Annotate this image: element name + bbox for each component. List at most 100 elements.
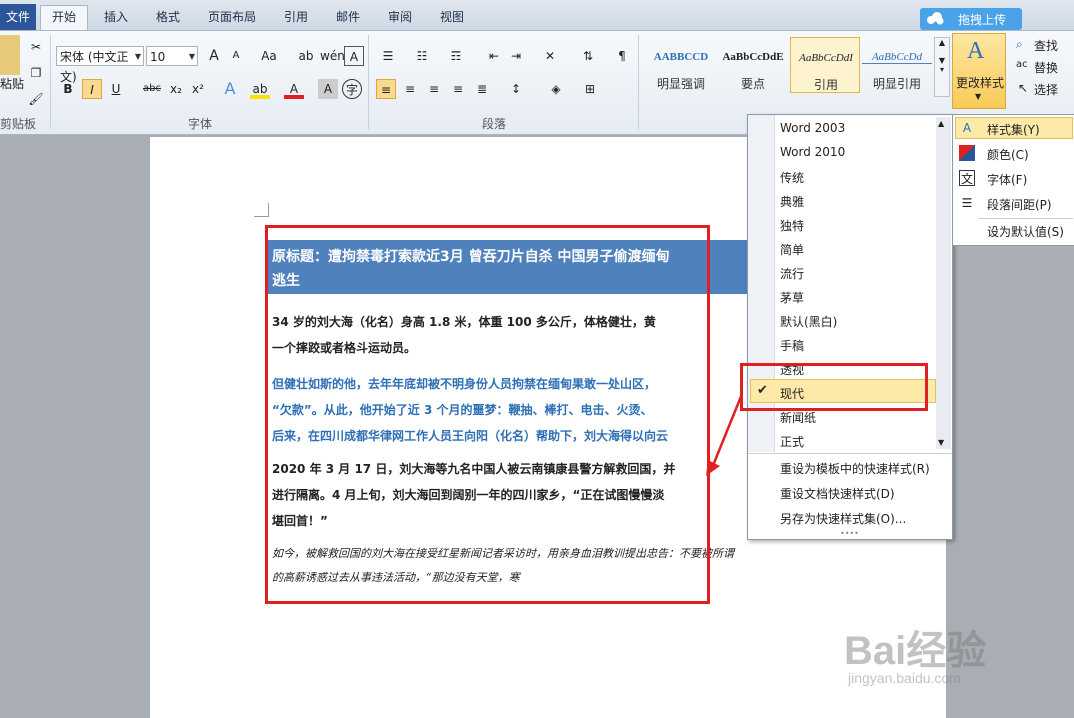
- menu-item[interactable]: 茅草: [780, 289, 804, 306]
- corner-mark: [254, 216, 268, 217]
- divider: [50, 35, 51, 129]
- menu-item[interactable]: 手稿: [780, 337, 804, 354]
- select-button[interactable]: 选择: [1034, 81, 1058, 98]
- char-shading-icon[interactable]: A: [344, 46, 364, 66]
- shrink-font-button[interactable]: A: [226, 46, 246, 66]
- format-painter-icon[interactable]: 🖌: [26, 89, 46, 109]
- decrease-indent-icon[interactable]: ⇤: [484, 46, 504, 66]
- menu-item-spacing[interactable]: 段落间距(P): [987, 196, 1052, 213]
- replace-icon: ac: [1016, 59, 1028, 70]
- upload-button[interactable]: 拖拽上传: [920, 8, 1022, 30]
- tab-file[interactable]: 文件: [0, 4, 36, 30]
- menu-item[interactable]: 正式: [780, 433, 804, 450]
- replace-button[interactable]: 替换: [1034, 59, 1058, 76]
- superscript-button[interactable]: x²: [188, 79, 208, 99]
- reset-template-styles[interactable]: 重设为模板中的快速样式(R): [780, 460, 930, 477]
- sort-icon[interactable]: ⇅: [578, 46, 598, 66]
- align-right-icon[interactable]: ≡: [424, 79, 444, 99]
- style-intense-emphasis[interactable]: AABBCCD 明显强调: [646, 37, 716, 93]
- menu-item[interactable]: 简单: [780, 241, 804, 258]
- menu-item-set-default[interactable]: 设为默认值(S): [987, 223, 1064, 240]
- menu-item[interactable]: 新闻纸: [780, 409, 816, 426]
- menu-item[interactable]: Word 2003: [780, 121, 845, 135]
- change-styles-button[interactable]: A 更改样式 ▼: [952, 33, 1006, 109]
- underline-button[interactable]: U: [106, 79, 126, 99]
- font-name-combo[interactable]: 宋体 (中文正文) ▼: [56, 46, 144, 84]
- tab-home[interactable]: 开始: [40, 5, 88, 30]
- select-icon: ↖: [1018, 81, 1029, 95]
- menu-item[interactable]: 独特: [780, 217, 804, 234]
- save-style-set[interactable]: 另存为快速样式集(O)...: [780, 510, 906, 527]
- menu-item[interactable]: 传统: [780, 169, 804, 186]
- watermark-url: jingyan.baidu.com: [848, 670, 961, 686]
- text-effects-icon[interactable]: A: [220, 79, 240, 99]
- change-styles-label: 更改样式: [955, 76, 1004, 90]
- watermark: Bai经验 jingyan.baidu.com: [844, 618, 1054, 698]
- justify-icon[interactable]: ≡: [448, 79, 468, 99]
- scroll-up-icon[interactable]: ▲: [938, 119, 944, 128]
- reset-document-styles[interactable]: 重设文档快速样式(D): [780, 485, 895, 502]
- shading-icon[interactable]: ◈: [546, 79, 566, 99]
- tab-insert[interactable]: 插入: [96, 6, 136, 28]
- scroll-down-icon[interactable]: ▼: [938, 438, 944, 447]
- tab-references[interactable]: 引用: [278, 6, 314, 28]
- menu-item-style-set[interactable]: 样式集(Y): [987, 121, 1040, 138]
- cut-icon[interactable]: ✂: [26, 37, 46, 57]
- gallery-scroll[interactable]: ▲ ▼ ▾: [934, 37, 950, 97]
- show-marks-icon[interactable]: ¶: [612, 46, 632, 66]
- paste-icon[interactable]: [0, 35, 20, 75]
- annotation-arrow-icon: [706, 393, 744, 476]
- change-styles-menu: A 样式集(Y) 颜色(C) 文 字体(F) ☰ 段落间距(P) 设为默认值(S…: [952, 114, 1074, 246]
- style-intense-quote[interactable]: AaBbCcDd 明显引用: [862, 37, 932, 93]
- char-shading-a-icon[interactable]: A: [318, 79, 338, 99]
- bold-button[interactable]: B: [58, 79, 78, 99]
- menu-scrollbar[interactable]: ▲ ▼: [936, 117, 951, 449]
- tab-review[interactable]: 审阅: [382, 6, 418, 28]
- menu-item[interactable]: Word 2010: [780, 145, 845, 159]
- watermark-brand: Bai经验: [844, 629, 987, 673]
- highlight-icon[interactable]: ab: [250, 79, 270, 99]
- numbering-icon[interactable]: ☷: [412, 46, 432, 66]
- divider: [638, 35, 639, 129]
- find-button[interactable]: 查找: [1034, 37, 1058, 54]
- italic-button[interactable]: I: [82, 79, 102, 99]
- font-color-icon[interactable]: A: [284, 79, 304, 99]
- change-case-button[interactable]: Aa: [256, 46, 282, 66]
- bullets-icon[interactable]: ☰: [378, 46, 398, 66]
- chinese-layout-icon[interactable]: ✕: [540, 46, 560, 66]
- subscript-button[interactable]: x₂: [166, 79, 186, 99]
- divider: [368, 35, 369, 129]
- menu-item[interactable]: 典雅: [780, 193, 804, 210]
- tab-format[interactable]: 格式: [148, 6, 188, 28]
- tab-mailings[interactable]: 邮件: [330, 6, 366, 28]
- char-border-icon[interactable]: wén: [320, 46, 345, 66]
- align-left-icon[interactable]: ≡: [376, 79, 396, 99]
- style-name: 明显引用: [872, 77, 921, 91]
- strikethrough-button[interactable]: abc: [140, 79, 164, 99]
- phonetic-guide-icon[interactable]: ab: [296, 46, 316, 66]
- menu-item-colors[interactable]: 颜色(C): [987, 146, 1029, 163]
- style-name: 引用: [813, 78, 838, 92]
- align-center-icon[interactable]: ≡: [400, 79, 420, 99]
- menu-item[interactable]: 流行: [780, 265, 804, 282]
- increase-indent-icon[interactable]: ⇥: [506, 46, 526, 66]
- style-quote[interactable]: AaBbCcDdI 引用: [790, 37, 860, 93]
- distribute-icon[interactable]: ≣: [472, 79, 492, 99]
- find-icon: ⌕: [1016, 37, 1023, 51]
- borders-icon[interactable]: ⊞: [580, 79, 600, 99]
- multilevel-list-icon[interactable]: ☶: [446, 46, 466, 66]
- paste-label: 粘贴: [0, 77, 25, 91]
- resize-grip-icon[interactable]: ••••: [840, 529, 859, 538]
- tab-view[interactable]: 视图: [434, 6, 470, 28]
- enclose-char-icon[interactable]: 字: [342, 79, 362, 99]
- style-strong[interactable]: AaBbCcDdE 要点: [718, 37, 788, 93]
- copy-icon[interactable]: ❐: [26, 63, 46, 83]
- font-size-combo[interactable]: 10 ▼: [146, 46, 198, 66]
- menu-item-fonts[interactable]: 字体(F): [987, 171, 1027, 188]
- grow-font-button[interactable]: A: [204, 46, 224, 66]
- tab-page-layout[interactable]: 页面布局: [200, 6, 264, 28]
- chevron-down-icon: ▼: [975, 92, 982, 101]
- menu-item[interactable]: 默认(黑白): [780, 313, 837, 330]
- line-spacing-icon[interactable]: ↕: [506, 79, 526, 99]
- divider: [748, 453, 952, 454]
